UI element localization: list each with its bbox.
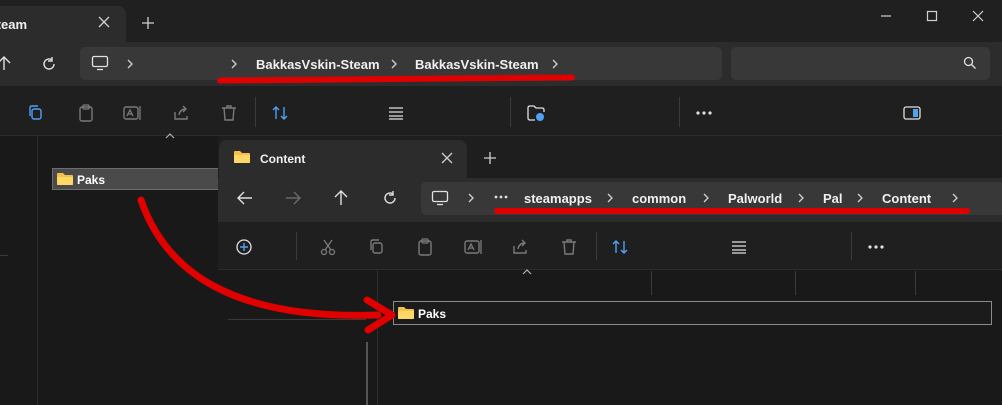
annotation-arrow bbox=[137, 196, 396, 334]
